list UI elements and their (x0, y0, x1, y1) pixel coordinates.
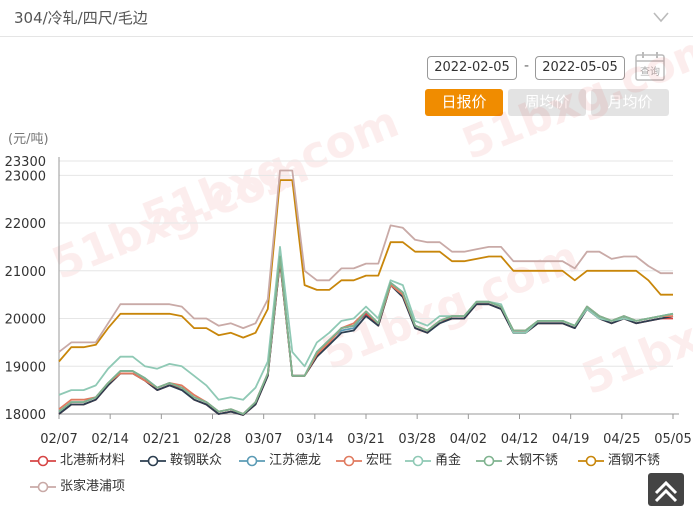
y-tick-label: 21000 (5, 265, 46, 280)
y-tick-label: 19000 (5, 360, 46, 375)
legend-label: 甬金 (435, 453, 462, 468)
y-tick-label: 20000 (5, 313, 46, 328)
y-tick-label: 18000 (5, 408, 46, 423)
legend-label: 鞍钢联众 (170, 453, 223, 468)
watermark-text: 51bxg.com (315, 231, 586, 380)
legend-marker-icon (30, 481, 56, 493)
legend-label: 宏旺 (366, 453, 393, 468)
x-tick-label: 03/07 (245, 432, 282, 447)
legend-marker-icon (578, 455, 604, 467)
chevron-up-icon (654, 480, 678, 503)
legend-label: 张家港浦项 (60, 479, 126, 494)
legend-marker-icon (239, 455, 265, 467)
x-tick-label: 04/02 (450, 432, 487, 447)
legend-label: 北港新材料 (60, 453, 126, 468)
x-tick-label: 02/21 (143, 432, 180, 447)
scroll-top-button[interactable] (648, 473, 684, 506)
x-tick-label: 02/07 (40, 432, 77, 447)
y-tick-label: 23300 (5, 155, 46, 170)
watermark-text: 51bxg.com (455, 21, 693, 170)
x-tick-label: 04/12 (501, 432, 538, 447)
legend-marker-icon (405, 455, 431, 467)
legend-label: 江苏德龙 (269, 453, 322, 468)
x-tick-label: 04/19 (552, 432, 589, 447)
y-unit-label: (元/吨) (8, 132, 49, 147)
x-tick-label: 03/28 (398, 432, 435, 447)
x-tick-label: 03/14 (296, 432, 333, 447)
legend-marker-icon (476, 455, 502, 467)
price-chart: 51bxg.com51bxg.com51bxg.com51bxg.com51bx… (5, 21, 693, 447)
legend-marker-icon (30, 455, 56, 467)
legend-label: 酒钢不锈 (608, 453, 661, 468)
legend-marker-icon (140, 455, 166, 467)
y-tick-label: 23000 (5, 169, 46, 184)
legend-label: 太钢不锈 (506, 453, 559, 468)
y-tick-label: 22000 (5, 217, 46, 232)
x-tick-label: 02/28 (194, 432, 231, 447)
x-tick-label: 05/05 (654, 432, 691, 447)
x-tick-label: 02/14 (91, 432, 128, 447)
watermark-text: 51bxg.com (575, 256, 693, 405)
legend-marker-icon (336, 455, 362, 467)
x-tick-label: 04/25 (603, 432, 640, 447)
x-tick-label: 03/21 (347, 432, 384, 447)
